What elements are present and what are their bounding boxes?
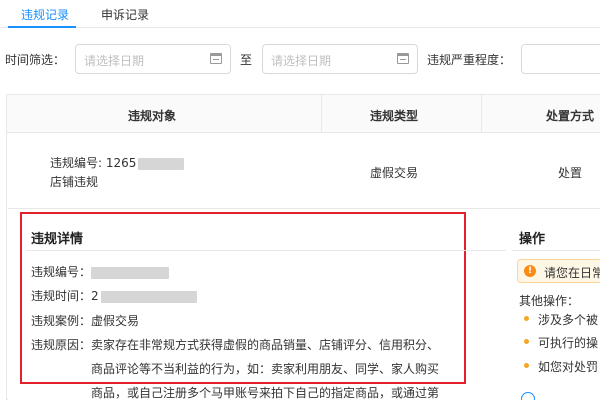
detail-time-row: 违规时间：2	[31, 287, 197, 304]
header-violation-type: 违规类型	[370, 109, 419, 123]
operations-title: 操作	[519, 232, 546, 247]
operation-item: 如您对处罚	[523, 358, 598, 375]
detail-id-label: 违规编号：	[31, 265, 92, 279]
other-operations-label: 其他操作：	[519, 294, 580, 308]
detail-time-label: 违规时间：2	[31, 289, 99, 303]
redacted-block	[100, 290, 197, 303]
column-divider	[481, 95, 482, 133]
exclamation-icon: !	[524, 265, 536, 277]
active-tab-indicator	[8, 26, 76, 28]
notice-text: 请您在日常	[544, 266, 600, 280]
severity-label: 违规严重程度：	[427, 53, 512, 67]
end-date-input[interactable]: 请选择日期	[262, 44, 418, 74]
operation-item: 可执行的操	[523, 334, 598, 351]
table-header: 违规对象 违规类型 处置方式	[7, 95, 600, 133]
calendar-icon	[210, 53, 222, 64]
tab-appeal-records[interactable]: 申诉记录	[101, 6, 149, 23]
notice-banner: ! 请您在日常	[517, 259, 600, 283]
detail-reason-line: 商品评论等不当利益的行为，如：卖家利用朋友、同学、家人购买	[91, 362, 440, 376]
violation-type-cell: 虚假交易	[370, 166, 419, 180]
violation-id-text: 违规编号: 1265	[50, 156, 137, 170]
detail-case-row: 违规案例：虚假交易	[31, 312, 139, 329]
detail-id-row: 违规编号：	[31, 263, 170, 280]
detail-reason-label: 违规原因：	[31, 338, 92, 352]
info-circle-icon	[521, 392, 535, 400]
time-filter-label: 时间筛选：	[5, 53, 66, 67]
header-violation-object: 违规对象	[128, 109, 177, 123]
column-divider	[321, 95, 322, 133]
detail-case-label: 违规案例：	[31, 314, 92, 328]
severity-select[interactable]	[521, 44, 600, 74]
end-date-placeholder: 请选择日期	[271, 54, 332, 68]
header-action: 处置方式	[546, 109, 595, 123]
detail-reason-line: 卖家存在非常规方式获得虚假的商品销量、店铺评分、信用积分、	[91, 338, 440, 352]
violation-id-cell: 违规编号: 1265	[50, 154, 185, 171]
detail-case-value: 虚假交易	[91, 314, 140, 328]
start-date-placeholder: 请选择日期	[84, 54, 145, 68]
operations-divider	[512, 250, 600, 251]
redacted-block	[91, 266, 170, 279]
operation-item: 涉及多个被	[523, 311, 598, 328]
detail-title: 违规详情	[31, 232, 84, 247]
detail-reason-line: 商品，或自己注册多个马甲账号来拍下自己的指定商品，或通过第	[91, 386, 440, 400]
redacted-block	[138, 157, 185, 170]
tab-violation-records[interactable]: 违规记录	[21, 6, 69, 23]
start-date-input[interactable]: 请选择日期	[75, 44, 231, 74]
detail-divider	[26, 250, 506, 251]
calendar-icon	[397, 53, 409, 64]
action-link[interactable]: 处置	[558, 164, 582, 181]
to-label: 至	[240, 53, 253, 67]
violation-object-cell: 店铺违规	[50, 175, 99, 189]
record-tabs: 违规记录 申诉记录	[0, 0, 600, 28]
